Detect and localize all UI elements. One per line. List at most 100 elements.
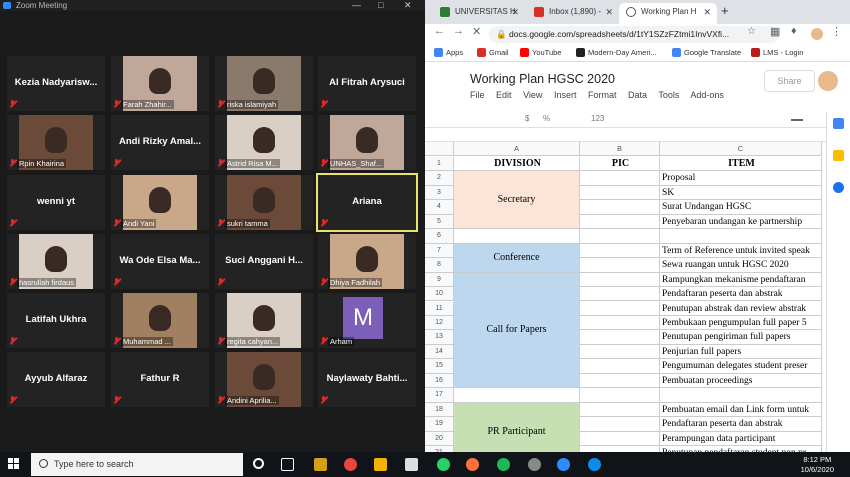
row-number[interactable]: 5 — [425, 214, 454, 230]
menu-dots-icon[interactable]: ⋮ — [831, 25, 842, 38]
tab-inbox[interactable]: Inbox (1,890) - ✕ — [527, 3, 619, 24]
stop-icon[interactable]: ✕ — [472, 25, 481, 38]
url-bar[interactable]: 🔒 docs.google.com/spreadsheets/d/1tY1SZz… — [489, 26, 779, 43]
pic-cell[interactable] — [580, 388, 660, 403]
row-number[interactable]: 4 — [425, 200, 454, 215]
menu-add-ons[interactable]: Add-ons — [690, 90, 724, 100]
bookmark-modern-day[interactable]: Modern-Day Ameri... — [576, 48, 657, 57]
pic-cell[interactable] — [580, 330, 660, 345]
item-cell[interactable]: SK — [660, 185, 822, 201]
formula-bar[interactable] — [425, 128, 850, 142]
edge-icon[interactable] — [588, 458, 601, 471]
header-cell-pic[interactable]: PIC — [580, 157, 660, 172]
file-explorer-icon[interactable] — [374, 458, 387, 471]
collapse-toolbar-icon[interactable] — [791, 119, 803, 121]
task-view-icon[interactable] — [281, 458, 294, 471]
pic-cell[interactable] — [580, 214, 660, 230]
cortana-icon[interactable] — [253, 458, 264, 469]
document-title[interactable]: Working Plan HGSC 2020 — [470, 72, 615, 86]
pic-cell[interactable] — [580, 417, 660, 432]
new-tab-button[interactable]: + — [719, 3, 739, 24]
division-cell[interactable]: Secretary — [454, 171, 580, 230]
back-icon[interactable]: ← — [434, 25, 445, 37]
item-cell[interactable]: Sewa ruangan untuk HGSC 2020 — [660, 258, 822, 273]
column-header[interactable]: A — [454, 142, 580, 156]
header-cell-item[interactable]: ITEM — [660, 157, 822, 172]
row-number[interactable]: 10 — [425, 287, 454, 302]
participant-tile[interactable]: Andini Aprilia... — [215, 352, 313, 407]
calendar-icon[interactable] — [833, 118, 844, 129]
participant-tile[interactable]: sukri tamma — [215, 175, 313, 230]
row-number[interactable]: 1 — [425, 157, 454, 172]
close-icon[interactable]: ✕ — [404, 0, 412, 11]
column-header[interactable]: B — [580, 142, 660, 156]
pic-cell[interactable] — [580, 431, 660, 446]
menu-edit[interactable]: Edit — [496, 90, 512, 100]
participant-tile[interactable]: Wa Ode Elsa Ma... — [111, 234, 209, 289]
participant-tile[interactable]: Farah Zhahir... — [111, 56, 209, 111]
item-cell[interactable]: Penjurian full papers — [660, 344, 822, 360]
currency-format-button[interactable]: $ — [525, 114, 529, 123]
participant-tile[interactable]: Suci Anggani H... — [215, 234, 313, 289]
participant-tile[interactable]: riska islamiyah — [215, 56, 313, 111]
row-number[interactable]: 12 — [425, 315, 454, 331]
puzzle-icon[interactable]: ♦ — [791, 25, 797, 37]
percent-format-button[interactable]: % — [543, 114, 550, 123]
row-number[interactable]: 20 — [425, 431, 454, 446]
row-number[interactable]: 2 — [425, 171, 454, 186]
division-cell-empty[interactable] — [454, 388, 580, 403]
item-cell[interactable]: Term of Reference untuk invited speak — [660, 243, 822, 259]
row-number[interactable]: 15 — [425, 359, 454, 374]
item-cell[interactable]: Pembukaan pengumpulan full paper 5 — [660, 315, 822, 331]
participant-tile[interactable]: Kezia Nadyarisw... — [7, 56, 105, 111]
pic-cell[interactable] — [580, 258, 660, 273]
row-number[interactable]: 19 — [425, 417, 454, 432]
participant-tile[interactable]: M Arham — [318, 293, 416, 348]
row-number[interactable]: 17 — [425, 388, 454, 403]
row-number[interactable]: 9 — [425, 272, 454, 288]
row-number[interactable]: 6 — [425, 229, 454, 244]
firefox-icon[interactable] — [466, 458, 479, 471]
item-cell[interactable] — [660, 388, 822, 403]
menu-format[interactable]: Format — [588, 90, 617, 100]
row-number[interactable]: 13 — [425, 330, 454, 345]
item-cell[interactable]: Pembuatan proceedings — [660, 373, 822, 389]
participant-tile[interactable]: Dhiya Fadhilah — [318, 234, 416, 289]
column-header[interactable]: C — [660, 142, 822, 156]
row-number[interactable]: 14 — [425, 344, 454, 360]
share-button[interactable]: Share — [764, 70, 815, 92]
row-number[interactable]: 11 — [425, 301, 454, 316]
pic-cell[interactable] — [580, 200, 660, 215]
pic-cell[interactable] — [580, 171, 660, 186]
pic-cell[interactable] — [580, 344, 660, 360]
keep-icon[interactable] — [833, 150, 844, 161]
division-cell[interactable]: Conference — [454, 243, 580, 273]
participant-tile[interactable]: Astrid Risa M... — [215, 115, 313, 170]
system-clock[interactable]: 8:12 PM 10/6/2020 — [801, 455, 834, 475]
division-cell[interactable]: Call for Papers — [454, 272, 580, 389]
pic-cell[interactable] — [580, 272, 660, 288]
menu-view[interactable]: View — [523, 90, 542, 100]
tab-close-icon[interactable]: ✕ — [703, 3, 711, 21]
row-number[interactable]: 18 — [425, 402, 454, 418]
pic-cell[interactable] — [580, 243, 660, 259]
participant-tile[interactable]: Fathur R — [111, 352, 209, 407]
item-cell[interactable]: Penutupan pengiriman full papers — [660, 330, 822, 345]
item-cell[interactable]: Penyebaran undangan ke partnership — [660, 214, 822, 230]
taskbar-search-box[interactable]: Type here to search — [31, 453, 243, 476]
maximize-icon[interactable]: □ — [378, 0, 383, 11]
bookmark-apps[interactable]: Apps — [434, 48, 463, 57]
menu-insert[interactable]: Insert — [554, 90, 577, 100]
menu-data[interactable]: Data — [628, 90, 647, 100]
chrome-profile-icon[interactable] — [528, 458, 541, 471]
participant-tile[interactable]: Al Fitrah Arysuci — [318, 56, 416, 111]
profile-avatar[interactable] — [811, 28, 823, 40]
minimize-icon[interactable]: — — [352, 0, 361, 11]
tab-working-plan[interactable]: Working Plan H ✕ — [619, 3, 717, 24]
forward-icon[interactable]: → — [453, 25, 464, 37]
extension-icon[interactable]: ▦ — [770, 25, 780, 38]
participant-tile[interactable]: UNHAS_Shaf... — [318, 115, 416, 170]
tasks-icon[interactable] — [833, 182, 844, 193]
number-format-button[interactable]: 123 — [591, 114, 604, 123]
item-cell[interactable]: Rampungkan mekanisme pendaftaran — [660, 272, 822, 288]
